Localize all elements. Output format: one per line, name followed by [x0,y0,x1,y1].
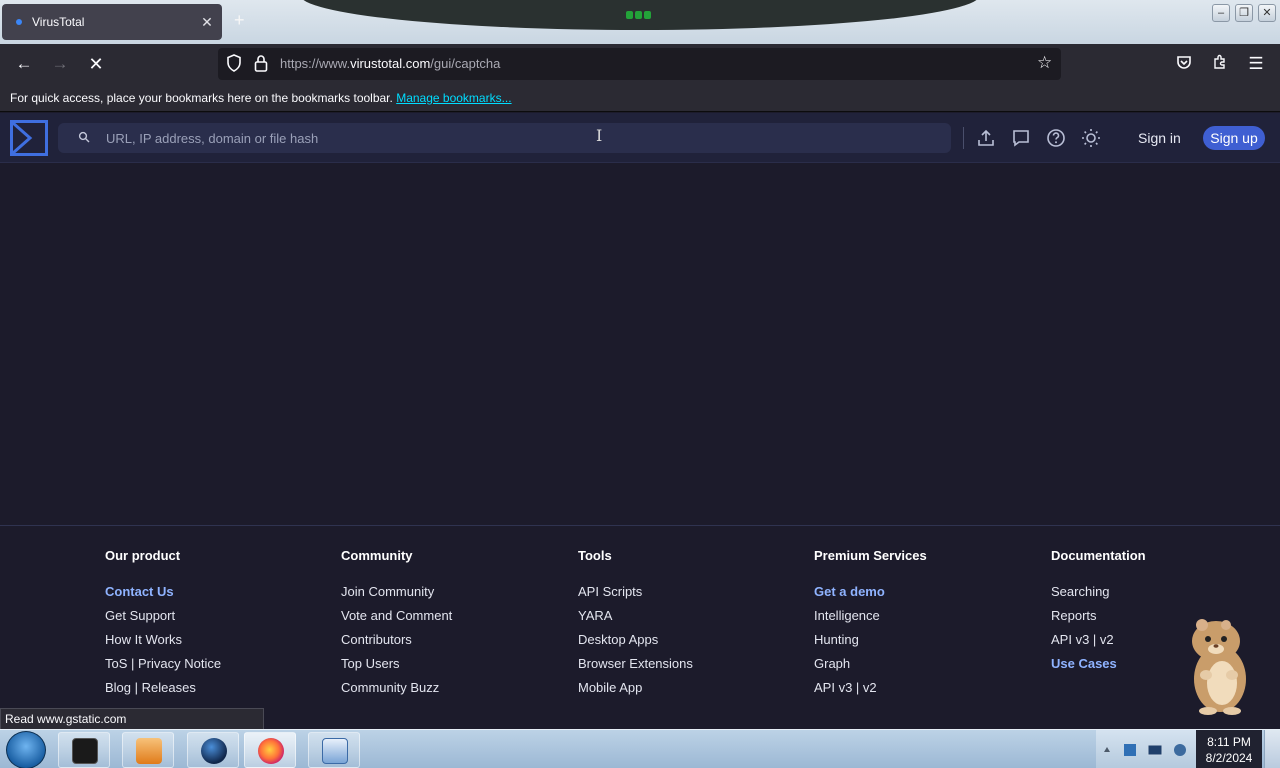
header-divider [963,127,964,149]
vt-footer: Our product Contact Us Get Support How I… [0,525,1280,730]
chat-icon[interactable] [1011,128,1031,148]
taskbar-clock[interactable]: 8:11 PM 8/2/2024 [1196,730,1262,768]
bookmark-star-icon[interactable]: ☆ [1037,53,1052,73]
clock-date: 8/2/2024 [1205,751,1253,765]
footer-link-docs-api-v3-v2[interactable]: API v3 | v2 [1051,628,1146,652]
close-window-icon[interactable]: ✕ [1258,4,1276,22]
footer-column-our-product: Our product Contact Us Get Support How I… [105,548,221,700]
loading-favicon-icon [16,19,22,25]
hamster-mascot-icon [1192,619,1246,715]
bookmarks-hint-text: For quick access, place your bookmarks h… [10,91,393,105]
terminal-icon [72,738,98,764]
url-text[interactable]: https://www.virustotal.com/gui/captcha [280,56,500,71]
footer-link-desktop-apps[interactable]: Desktop Apps [578,628,693,652]
footer-link-get-a-demo[interactable]: Get a demo [814,580,927,604]
stop-loading-icon[interactable]: ✕ [85,54,107,74]
browser-tab-strip: VirusTotal ✕ + – ❐ ✕ [0,0,1280,44]
footer-link-reports[interactable]: Reports [1051,604,1146,628]
globe-icon [201,738,227,764]
footer-column-community: Community Join Community Vote and Commen… [341,548,452,700]
minimize-window-icon[interactable]: – [1212,4,1230,22]
windows-taskbar: 8:11 PM 8/2/2024 [0,729,1280,768]
screen: VirusTotal ✕ + – ❐ ✕ ← → ✕ https://www.v… [0,0,1280,768]
forward-arrow-icon[interactable]: → [49,54,71,74]
vt-search-input[interactable] [106,123,926,153]
footer-link-join-community[interactable]: Join Community [341,580,452,604]
footer-link-top-users[interactable]: Top Users [341,652,452,676]
system-tray [1096,730,1196,768]
footer-heading: Our product [105,548,181,563]
taskbar-app-firefox[interactable] [244,732,296,768]
vt-header: Sign in Sign up [0,113,1280,163]
footer-link-vote-and-comment[interactable]: Vote and Comment [341,604,452,628]
show-desktop-button[interactable] [1264,730,1280,768]
show-hidden-icons-icon[interactable] [1104,747,1110,752]
footer-heading: Documentation [1051,548,1146,563]
wallpaper-dots [626,6,654,19]
taskbar-app-keyboard[interactable] [308,732,360,768]
media-player-icon [136,738,162,764]
footer-link-get-support[interactable]: Get Support [105,604,221,628]
sign-in-link[interactable]: Sign in [1138,130,1181,146]
windows-start-button-icon[interactable] [6,731,46,768]
footer-link-mobile-app[interactable]: Mobile App [578,676,693,700]
text-cursor-icon: I [596,126,603,145]
extensions-puzzle-icon[interactable] [1209,54,1231,74]
footer-link-graph[interactable]: Graph [814,652,927,676]
sign-up-button[interactable]: Sign up [1203,126,1265,150]
footer-heading: Tools [578,548,612,563]
tab-title: VirusTotal [32,15,85,29]
clock-time: 8:11 PM [1207,735,1251,749]
address-bar[interactable]: https://www.virustotal.com/gui/captcha ☆ [218,48,1061,80]
tab-close-icon[interactable]: ✕ [192,14,222,31]
help-icon[interactable] [1046,128,1066,148]
footer-link-yara[interactable]: YARA [578,604,693,628]
network-icon[interactable] [1147,744,1163,756]
back-arrow-icon[interactable]: ← [13,54,35,74]
footer-link-blog-releases[interactable]: Blog | Releases [105,676,221,700]
theme-icon[interactable] [1081,128,1101,148]
footer-link-contributors[interactable]: Contributors [341,628,452,652]
upload-icon[interactable] [976,128,996,148]
footer-heading: Premium Services [814,548,927,563]
footer-link-intelligence[interactable]: Intelligence [814,604,927,628]
taskbar-app-media-player[interactable] [122,732,174,768]
footer-link-how-it-works[interactable]: How It Works [105,628,221,652]
taskbar-app-terminal[interactable] [58,732,110,768]
footer-link-api-v3-v2[interactable]: API v3 | v2 [814,676,927,700]
tracking-shield-icon[interactable] [226,54,242,76]
on-screen-keyboard-icon [322,738,348,764]
restore-window-icon[interactable]: ❐ [1235,4,1253,22]
manage-bookmarks-link[interactable]: Manage bookmarks... [396,91,511,105]
browser-status-text: Read www.gstatic.com [0,708,264,730]
footer-link-browser-extensions[interactable]: Browser Extensions [578,652,693,676]
footer-column-documentation: Documentation Searching Reports API v3 |… [1051,548,1146,676]
menu-hamburger-icon[interactable]: ☰ [1245,54,1267,74]
padlock-icon[interactable] [254,54,268,76]
footer-link-contact-us[interactable]: Contact Us [105,580,221,604]
vt-search-bar[interactable] [58,123,951,153]
footer-link-use-cases[interactable]: Use Cases [1051,652,1146,676]
virustotal-logo-icon[interactable] [10,120,48,156]
main-content [0,164,1280,525]
footer-heading: Community [341,548,413,563]
footer-link-searching[interactable]: Searching [1051,580,1146,604]
browser-tab-virustotal[interactable]: VirusTotal ✕ [2,4,222,40]
footer-link-api-scripts[interactable]: API Scripts [578,580,693,604]
firefox-icon [258,738,284,764]
footer-link-tos-privacy[interactable]: ToS | Privacy Notice [105,652,221,676]
footer-column-tools: Tools API Scripts YARA Desktop Apps Brow… [578,548,693,700]
search-icon [78,131,90,143]
tray-app-icon[interactable] [1124,744,1136,756]
footer-column-premium-services: Premium Services Get a demo Intelligence… [814,548,927,700]
footer-link-hunting[interactable]: Hunting [814,628,927,652]
new-tab-button[interactable]: + [234,10,245,31]
browser-nav-toolbar: ← → ✕ https://www.virustotal.com/gui/cap… [0,44,1280,84]
pocket-icon[interactable] [1173,54,1195,74]
taskbar-app-globe[interactable] [187,732,239,768]
bookmarks-toolbar: For quick access, place your bookmarks h… [0,84,1280,112]
volume-icon[interactable] [1174,744,1186,756]
footer-link-community-buzz[interactable]: Community Buzz [341,676,452,700]
